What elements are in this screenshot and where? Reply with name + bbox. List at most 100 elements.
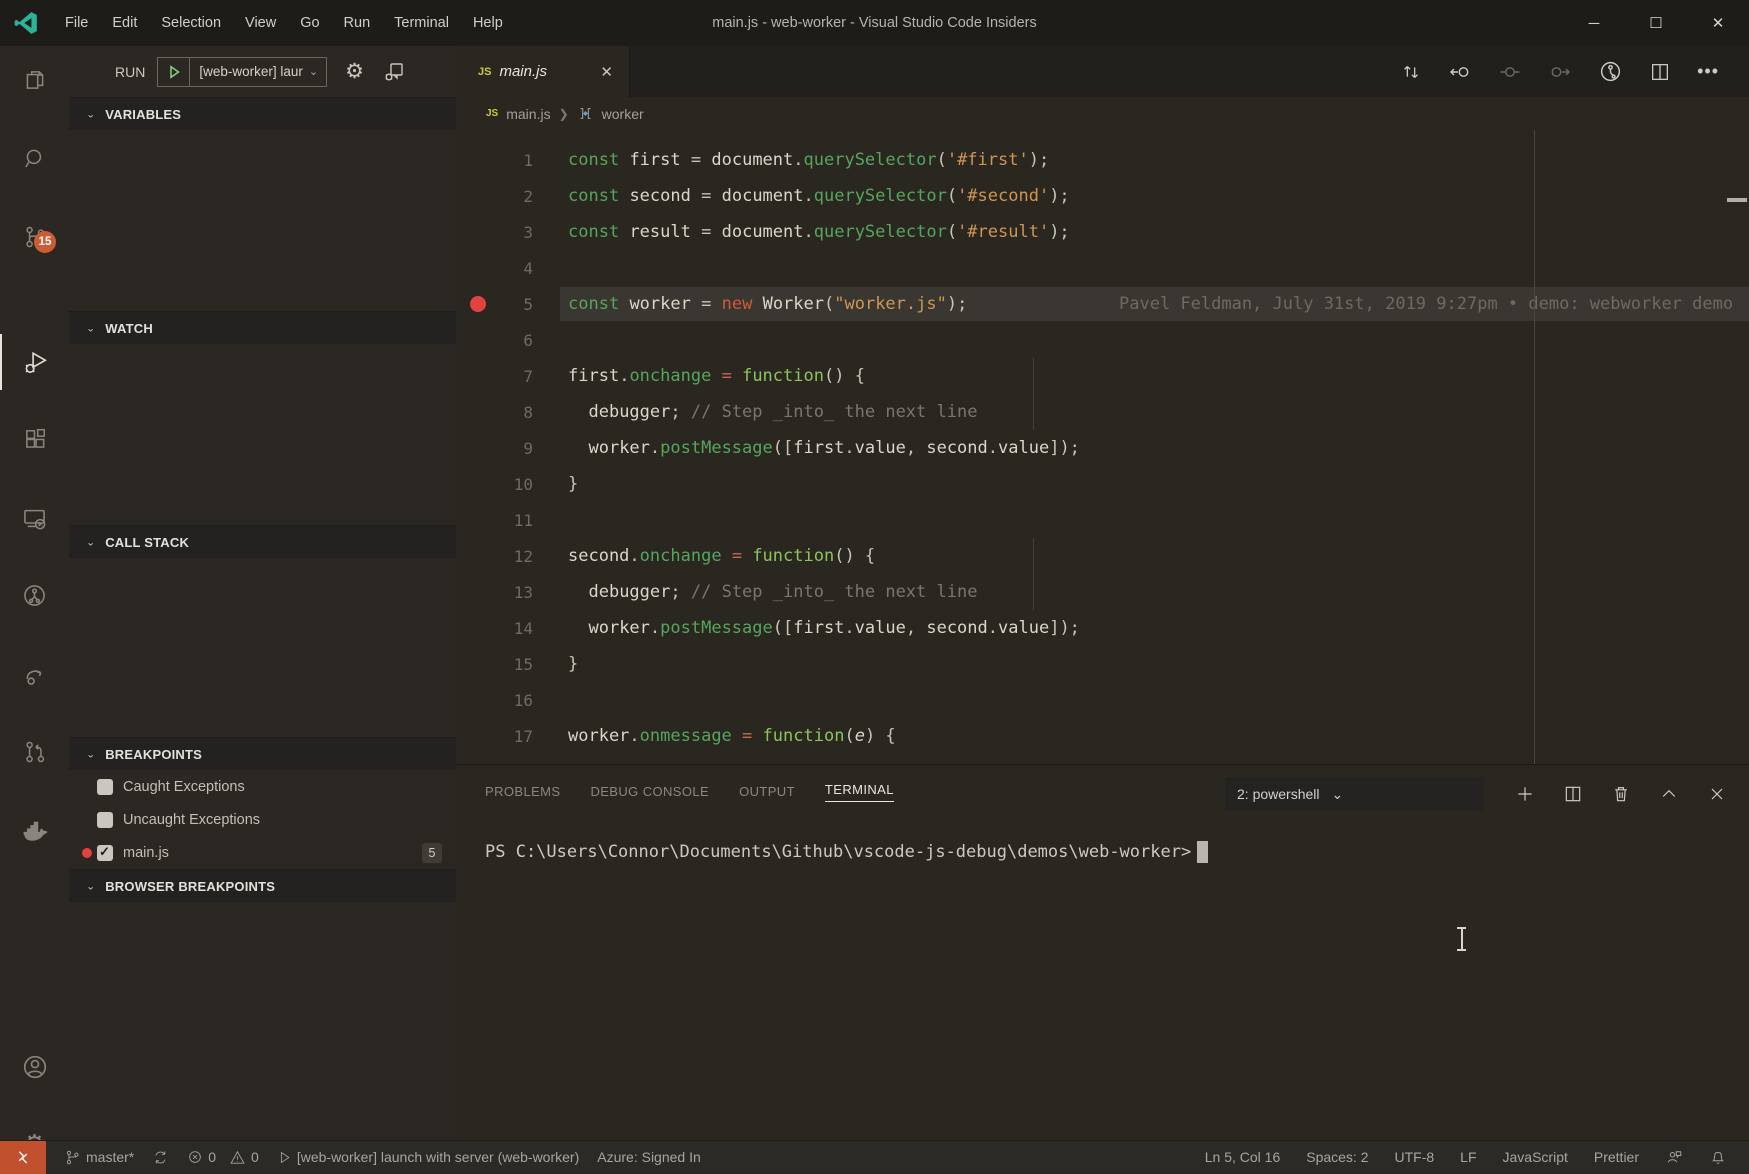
code-text: const first = document.querySelector('#f… bbox=[568, 150, 1049, 170]
split-terminal-icon[interactable] bbox=[1563, 784, 1583, 804]
code-line-16[interactable]: 16 bbox=[456, 682, 1749, 718]
extensions-icon[interactable] bbox=[0, 412, 69, 468]
more-actions-icon[interactable]: ••• bbox=[1697, 61, 1719, 82]
notifications-bell-icon[interactable] bbox=[1709, 1148, 1727, 1166]
close-tab-icon[interactable]: ✕ bbox=[600, 63, 613, 81]
menu-item-terminal[interactable]: Terminal bbox=[382, 0, 461, 46]
menu-item-run[interactable]: Run bbox=[332, 0, 383, 46]
code-line-4[interactable]: 4 bbox=[456, 250, 1749, 286]
code-line-7[interactable]: 7first.onchange = function() { bbox=[456, 358, 1749, 394]
panel-actions bbox=[1515, 777, 1727, 811]
next-change-icon[interactable] bbox=[1548, 60, 1572, 84]
mouse-ibeam-cursor bbox=[1456, 926, 1467, 952]
search-icon[interactable] bbox=[0, 131, 69, 187]
code-line-15[interactable]: 15} bbox=[456, 646, 1749, 682]
code-editor[interactable]: 1const first = document.querySelector('#… bbox=[456, 130, 1749, 764]
indentation-status[interactable]: Spaces: 2 bbox=[1306, 1149, 1368, 1165]
run-and-debug-icon[interactable] bbox=[0, 334, 69, 390]
debug-console-icon[interactable] bbox=[382, 60, 406, 84]
panel-tab-debug-console[interactable]: DEBUG CONSOLE bbox=[590, 784, 709, 801]
docker-icon[interactable] bbox=[0, 803, 69, 859]
explorer-icon[interactable] bbox=[0, 52, 69, 108]
maximize-button[interactable]: ☐ bbox=[1625, 0, 1687, 46]
start-debug-button[interactable] bbox=[158, 58, 190, 86]
breakpoint-dot[interactable] bbox=[470, 296, 486, 312]
current-change-icon[interactable] bbox=[1498, 60, 1522, 84]
section-call-stack[interactable]: ⌄ CALL STACK bbox=[69, 525, 456, 558]
section-browser-breakpoints[interactable]: ⌄ BROWSER BREAKPOINTS bbox=[69, 869, 456, 902]
minimize-button[interactable]: ─ bbox=[1563, 0, 1625, 46]
kill-terminal-trash-icon[interactable] bbox=[1611, 784, 1631, 804]
code-line-17[interactable]: 17worker.onmessage = function(e) { bbox=[456, 718, 1749, 754]
git-branch-status[interactable]: master* bbox=[64, 1149, 134, 1166]
code-line-3[interactable]: 3const result = document.querySelector('… bbox=[456, 214, 1749, 250]
menu-item-edit[interactable]: Edit bbox=[100, 0, 149, 46]
terminal[interactable]: PS C:\Users\Connor\Documents\Github\vsco… bbox=[485, 841, 1208, 863]
code-line-14[interactable]: 14 worker.postMessage([first.value, seco… bbox=[456, 610, 1749, 646]
breadcrumb-symbol[interactable]: worker bbox=[602, 106, 644, 122]
tab-main-js[interactable]: JS main.js ✕ bbox=[456, 46, 630, 97]
code-line-10[interactable]: 10} bbox=[456, 466, 1749, 502]
cursor-position-status[interactable]: Ln 5, Col 16 bbox=[1205, 1149, 1281, 1165]
source-control-icon[interactable]: 15 bbox=[0, 209, 69, 265]
chevron-down-icon: ⌄ bbox=[86, 108, 95, 120]
eol-status[interactable]: LF bbox=[1460, 1149, 1476, 1165]
breakpoint-row-caught-exceptions[interactable]: Caught Exceptions bbox=[69, 770, 456, 803]
maximize-panel-icon[interactable] bbox=[1659, 784, 1679, 804]
breakpoint-row-uncaught-exceptions[interactable]: Uncaught Exceptions bbox=[69, 803, 456, 836]
launch-status[interactable]: [web-worker] launch with server (web-wor… bbox=[277, 1149, 579, 1165]
test-explorer-icon[interactable] bbox=[0, 567, 69, 623]
section-breakpoints[interactable]: ⌄ BREAKPOINTS bbox=[69, 737, 456, 770]
configure-gear-icon[interactable]: ⚙ bbox=[345, 59, 364, 84]
panel-tab-output[interactable]: OUTPUT bbox=[739, 784, 795, 801]
problems-status[interactable]: 0 0 bbox=[187, 1149, 259, 1166]
chevron-down-icon: ⌄ bbox=[86, 322, 95, 334]
menu-item-help[interactable]: Help bbox=[461, 0, 515, 46]
breakpoint-row-main-js[interactable]: main.js5 bbox=[69, 836, 456, 869]
terminal-shell-select[interactable]: 2: powershell ⌄ bbox=[1225, 777, 1484, 811]
code-line-11[interactable]: 11 bbox=[456, 502, 1749, 538]
close-button[interactable]: ✕ bbox=[1687, 0, 1749, 46]
menu-item-file[interactable]: File bbox=[53, 0, 100, 46]
language-mode-status[interactable]: JavaScript bbox=[1503, 1149, 1568, 1165]
menu-item-selection[interactable]: Selection bbox=[149, 0, 233, 46]
breadcrumb-file[interactable]: main.js bbox=[506, 106, 550, 122]
close-panel-icon[interactable] bbox=[1707, 784, 1727, 804]
panel-tab-problems[interactable]: PROBLEMS bbox=[485, 784, 560, 801]
remote-indicator[interactable] bbox=[0, 1141, 46, 1174]
code-line-1[interactable]: 1const first = document.querySelector('#… bbox=[456, 142, 1749, 178]
checkbox-unchecked[interactable] bbox=[97, 812, 113, 828]
run-tests-icon[interactable] bbox=[1598, 59, 1623, 84]
azure-status[interactable]: Azure: Signed In bbox=[597, 1149, 701, 1165]
open-changes-icon[interactable] bbox=[1400, 61, 1422, 83]
code-line-5[interactable]: 5const worker = new Worker("worker.js");… bbox=[456, 286, 1749, 322]
menu-item-go[interactable]: Go bbox=[288, 0, 331, 46]
new-terminal-icon[interactable] bbox=[1515, 784, 1535, 804]
checkbox-checked[interactable] bbox=[97, 845, 113, 861]
account-icon[interactable] bbox=[0, 1039, 69, 1095]
code-line-12[interactable]: 12second.onchange = function() { bbox=[456, 538, 1749, 574]
remote-explorer-icon[interactable] bbox=[0, 490, 69, 546]
launch-config-dropdown[interactable]: [web-worker] laur ⌄ bbox=[157, 57, 327, 87]
code-text: worker.postMessage([first.value, second.… bbox=[568, 438, 1080, 458]
formatter-status[interactable]: Prettier bbox=[1594, 1149, 1639, 1165]
code-line-6[interactable]: 6 bbox=[456, 322, 1749, 358]
checkbox-unchecked[interactable] bbox=[97, 779, 113, 795]
live-share-icon[interactable] bbox=[0, 647, 69, 703]
code-line-13[interactable]: 13 debugger; // Step _into_ the next lin… bbox=[456, 574, 1749, 610]
sync-icon[interactable] bbox=[152, 1149, 169, 1166]
section-variables[interactable]: ⌄ VARIABLES bbox=[69, 97, 456, 130]
section-watch[interactable]: ⌄ WATCH bbox=[69, 311, 456, 344]
code-line-2[interactable]: 2const second = document.querySelector('… bbox=[456, 178, 1749, 214]
code-text: worker.onmessage = function(e) { bbox=[568, 726, 896, 746]
split-editor-icon[interactable] bbox=[1649, 61, 1671, 83]
previous-change-icon[interactable] bbox=[1448, 60, 1472, 84]
feedback-icon[interactable] bbox=[1665, 1148, 1683, 1166]
panel-tab-terminal[interactable]: TERMINAL bbox=[825, 782, 894, 802]
menu-item-view[interactable]: View bbox=[233, 0, 288, 46]
code-line-8[interactable]: 8 debugger; // Step _into_ the next line bbox=[456, 394, 1749, 430]
github-pull-request-icon[interactable] bbox=[0, 724, 69, 780]
encoding-status[interactable]: UTF-8 bbox=[1395, 1149, 1435, 1165]
code-line-18[interactable]: 18 result.textContent = e.data; bbox=[456, 754, 1749, 764]
code-line-9[interactable]: 9 worker.postMessage([first.value, secon… bbox=[456, 430, 1749, 466]
